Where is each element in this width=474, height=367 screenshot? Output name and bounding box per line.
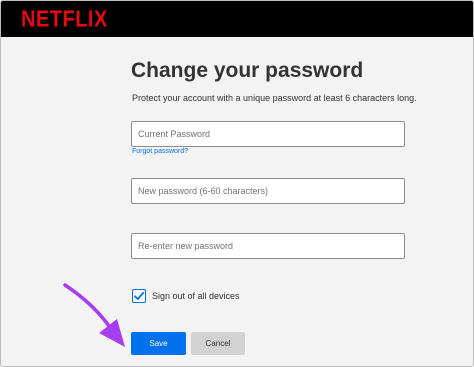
signout-checkbox-label: Sign out of all devices	[152, 291, 240, 301]
browser-frame: NETFLIX Change your password Protect you…	[0, 0, 474, 367]
pointer-arrow-icon	[63, 283, 125, 347]
reenter-password-field[interactable]	[131, 233, 405, 259]
new-password-field[interactable]	[131, 178, 405, 204]
page-subtitle: Protect your account with a unique passw…	[132, 93, 417, 103]
top-bar: NETFLIX	[1, 1, 473, 37]
page-title: Change your password	[131, 59, 364, 82]
save-button[interactable]: Save	[131, 332, 186, 355]
reenter-password-input[interactable]	[132, 234, 404, 258]
new-password-input[interactable]	[132, 179, 404, 203]
current-password-input[interactable]	[132, 122, 404, 146]
checkmark-icon	[134, 291, 145, 300]
forgot-password-link[interactable]: Forgot password?	[132, 148, 188, 155]
netflix-logo[interactable]: NETFLIX	[21, 7, 108, 33]
cancel-button[interactable]: Cancel	[191, 332, 245, 355]
signout-checkbox[interactable]	[132, 289, 146, 303]
current-password-field[interactable]	[131, 121, 405, 147]
